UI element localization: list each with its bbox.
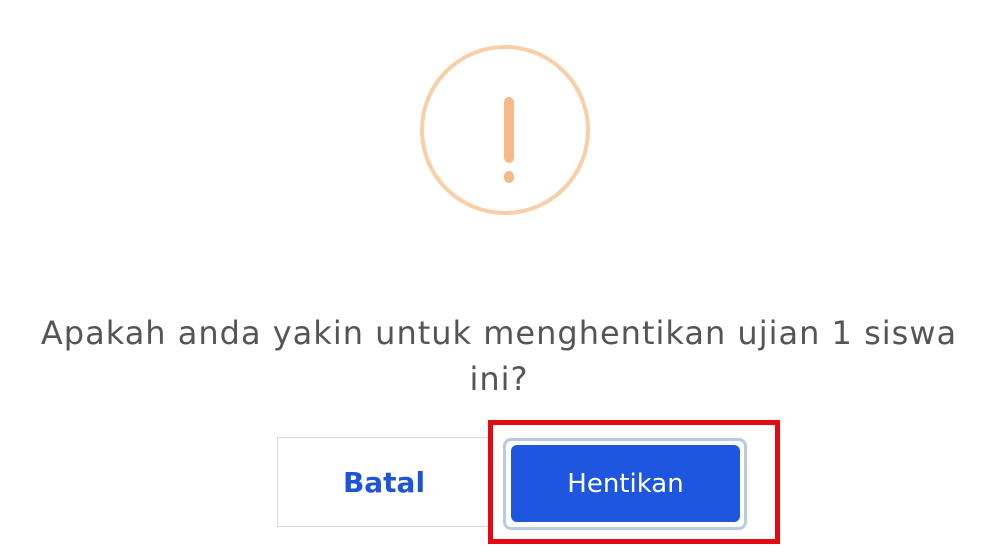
- confirm-stop-exam-dialog: Apakah anda yakin untuk menghentikan uji…: [0, 0, 998, 552]
- exclamation-bar: [504, 97, 514, 163]
- exclamation-dot: [504, 171, 514, 183]
- cancel-button[interactable]: Batal: [277, 437, 491, 527]
- cancel-button-label: Batal: [342, 465, 426, 499]
- stop-exam-button-label: Hentikan: [567, 468, 684, 499]
- message-line-1: Apakah anda yakin untuk menghentikan uji…: [40, 314, 958, 352]
- exclamation-circle-icon: [420, 45, 590, 215]
- confirmation-message: Apakah anda yakin untuk menghentikan uji…: [20, 310, 978, 402]
- message-line-2: ini?: [469, 360, 529, 398]
- stop-exam-button[interactable]: Hentikan: [511, 445, 740, 522]
